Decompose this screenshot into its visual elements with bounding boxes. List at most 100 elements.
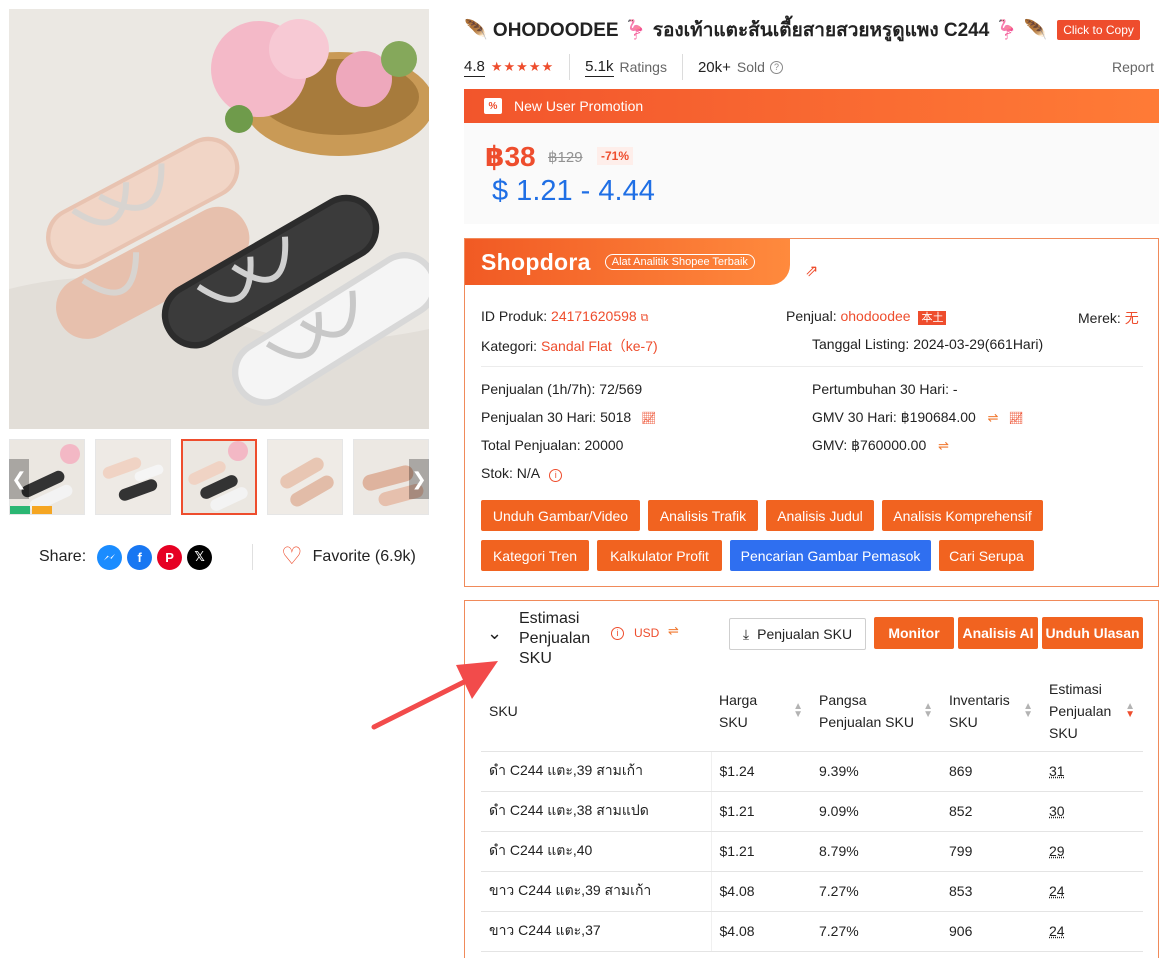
sku-name-cell: ขาว C244 แตะ,37 xyxy=(481,911,712,952)
monitor-button[interactable]: Monitor xyxy=(874,617,954,649)
shopdora-header: Shopdora Alat Analitik Shopee Terbaik xyxy=(465,239,790,285)
estimate-value[interactable]: 30 xyxy=(1049,803,1065,819)
sandals-photo xyxy=(9,9,429,429)
sku-estimate-cell[interactable]: 29 xyxy=(1041,831,1143,872)
chevron-right-icon: ❯ xyxy=(411,468,427,489)
supplier-image-search-button[interactable]: Pencarian Gambar Pemasok xyxy=(730,540,931,571)
header-label: Inventaris SKU xyxy=(949,691,1010,730)
sort-icon[interactable]: ▲ ▼ xyxy=(923,701,933,719)
download-sku-sales-button[interactable]: ⤓ Penjualan SKU xyxy=(729,618,866,650)
copy-icon[interactable]: ⧉ xyxy=(641,312,649,324)
find-similar-button[interactable]: Cari Serupa xyxy=(939,540,1034,571)
column-header-estimated-sales[interactable]: Estimasi Penjualan SKU ▲ ▼ xyxy=(1041,671,1143,752)
category-trend-button[interactable]: Kategori Tren xyxy=(481,540,589,571)
column-header-inventory[interactable]: Inventaris SKU ▲ ▼ xyxy=(941,671,1041,752)
table-row: ดำ C244 แตะ,38 สามแปด $1.21 9.09% 852 30 xyxy=(481,791,1143,832)
sort-icon[interactable]: ▲ ▼ xyxy=(1023,701,1033,719)
swap-icon[interactable]: ⇌ xyxy=(668,623,679,639)
divider xyxy=(481,366,1143,367)
sku-estimate-cell[interactable]: 30 xyxy=(1041,791,1143,832)
external-link-icon[interactable]: ⇗ xyxy=(805,261,818,281)
share-row: Share: f P 𝕏 ♡ Favorite (6.9k) xyxy=(39,543,416,571)
sku-estimate-cell[interactable]: 31 xyxy=(1041,751,1143,792)
table-row: ขาว C244 แตะ,39 สามเก้า $4.08 7.27% 853 … xyxy=(481,871,1143,912)
shopdora-logo: Shopdora xyxy=(481,248,591,275)
column-header-price[interactable]: Harga SKU ▲ ▼ xyxy=(711,671,811,752)
listing-value: 2024-03-29(661Hari) xyxy=(913,336,1044,352)
sku-estimate-cell[interactable]: 24 xyxy=(1041,871,1143,912)
rating-value[interactable]: 4.8 xyxy=(464,58,485,77)
total-sales: Total Penjualan: 20000 xyxy=(481,437,624,453)
sku-share-cell: 8.79% xyxy=(811,831,941,872)
heart-icon[interactable]: ♡ xyxy=(281,545,303,569)
sku-price-cell: $4.08 xyxy=(711,911,811,952)
category-value[interactable]: Sandal Flat（ke-7) xyxy=(541,338,658,354)
ratings-label: Ratings xyxy=(619,59,667,75)
title-analysis-button[interactable]: Analisis Judul xyxy=(766,500,874,531)
pinterest-icon[interactable]: P xyxy=(157,544,183,570)
copy-title-button[interactable]: Click to Copy xyxy=(1057,20,1140,40)
chart-icon[interactable]: 📈︎ xyxy=(1008,411,1023,425)
brand-line: Merek: 无 xyxy=(1078,308,1139,328)
sku-share-cell: 9.09% xyxy=(811,791,941,832)
stock-value: Stok: N/A xyxy=(481,465,540,481)
header-label: Estimasi Penjualan SKU xyxy=(1049,680,1112,741)
divider xyxy=(252,544,254,570)
shopdora-panel: Shopdora Alat Analitik Shopee Terbaik ⇗ … xyxy=(464,238,1159,587)
facebook-icon[interactable]: f xyxy=(127,544,153,570)
table-row: ดำ C244 แตะ,40 $1.21 8.79% 799 29 xyxy=(481,831,1143,872)
promo-bar: % New User Promotion xyxy=(464,89,1159,123)
sort-icon[interactable]: ▲ ▼ xyxy=(793,701,803,719)
seller-value[interactable]: ohodoodee xyxy=(840,308,910,324)
download-sku-label: Penjualan SKU xyxy=(757,626,853,642)
estimate-value[interactable]: 31 xyxy=(1049,763,1065,779)
thumbnail-next-button[interactable]: ❯ xyxy=(409,459,429,499)
sku-estimate-cell[interactable]: 24 xyxy=(1041,911,1143,952)
sku-price-cell: $1.21 xyxy=(711,831,811,872)
chevron-down-icon[interactable]: ⌄ xyxy=(487,623,502,644)
download-media-button[interactable]: Unduh Gambar/Video xyxy=(481,500,640,531)
download-icon: ⤓ xyxy=(742,625,750,642)
estimate-value[interactable]: 29 xyxy=(1049,843,1065,859)
traffic-analysis-button[interactable]: Analisis Trafik xyxy=(648,500,758,531)
column-header-share[interactable]: Pangsa Penjualan SKU ▲ ▼ xyxy=(811,671,941,752)
product-title: 🪶 OHODOODEE 🦩 รองเท้าแตะส้นเตี้ยสายสวยหร… xyxy=(464,20,1048,41)
help-icon[interactable]: ? xyxy=(769,60,783,74)
thumbnail[interactable] xyxy=(267,439,343,515)
thumbnail[interactable] xyxy=(95,439,171,515)
sku-share-cell: 9.39% xyxy=(811,751,941,792)
comprehensive-analysis-button[interactable]: Analisis Komprehensif xyxy=(882,500,1043,531)
currency-label[interactable]: USD xyxy=(634,626,659,640)
messenger-icon[interactable] xyxy=(97,544,123,570)
swap-icon[interactable]: ⇌ xyxy=(938,438,949,453)
info-icon[interactable]: i xyxy=(611,627,624,640)
info-icon[interactable]: i xyxy=(549,469,563,482)
estimate-value[interactable]: 24 xyxy=(1049,883,1065,899)
sold-label: Sold xyxy=(736,59,765,75)
current-price: ฿38 xyxy=(485,141,536,172)
swap-icon[interactable]: ⇌ xyxy=(988,410,999,425)
seller-label: Penjual: xyxy=(786,308,837,324)
column-header-sku: SKU xyxy=(481,671,711,752)
growth-30: Pertumbuhan 30 Hari: - xyxy=(812,381,958,397)
annotation-arrow-icon xyxy=(371,661,498,730)
sku-price-cell: $4.08 xyxy=(711,871,811,912)
sku-name-cell: ดำ C244 แตะ,38 สามแปด xyxy=(481,791,712,832)
ai-analysis-button[interactable]: Analisis AI xyxy=(958,617,1038,649)
report-link[interactable]: Report xyxy=(1112,59,1154,75)
estimate-value[interactable]: 24 xyxy=(1049,923,1065,939)
sku-name-cell: ดำ C244 แตะ,40 xyxy=(481,831,712,872)
download-reviews-button[interactable]: Unduh Ulasan xyxy=(1042,617,1143,649)
sku-inventory-cell: 869 xyxy=(941,751,1041,792)
thumbnail-prev-button[interactable]: ❮ xyxy=(9,459,29,499)
thumbnail-active[interactable] xyxy=(181,439,257,515)
x-icon[interactable]: 𝕏 xyxy=(187,544,213,570)
main-product-image[interactable] xyxy=(9,9,429,429)
table-row: ดำ C244 แตะ,39 สามเก้า $1.24 9.39% 869 3… xyxy=(481,751,1143,792)
profit-calculator-button[interactable]: Kalkulator Profit xyxy=(597,540,722,571)
favorite-label[interactable]: Favorite (6.9k) xyxy=(313,548,416,566)
chart-icon[interactable]: 📈︎ xyxy=(641,411,656,425)
ratings-count[interactable]: 5.1k xyxy=(585,58,614,77)
product-id-value[interactable]: 24171620598 xyxy=(551,308,637,324)
sort-icon[interactable]: ▲ ▼ xyxy=(1125,701,1135,719)
